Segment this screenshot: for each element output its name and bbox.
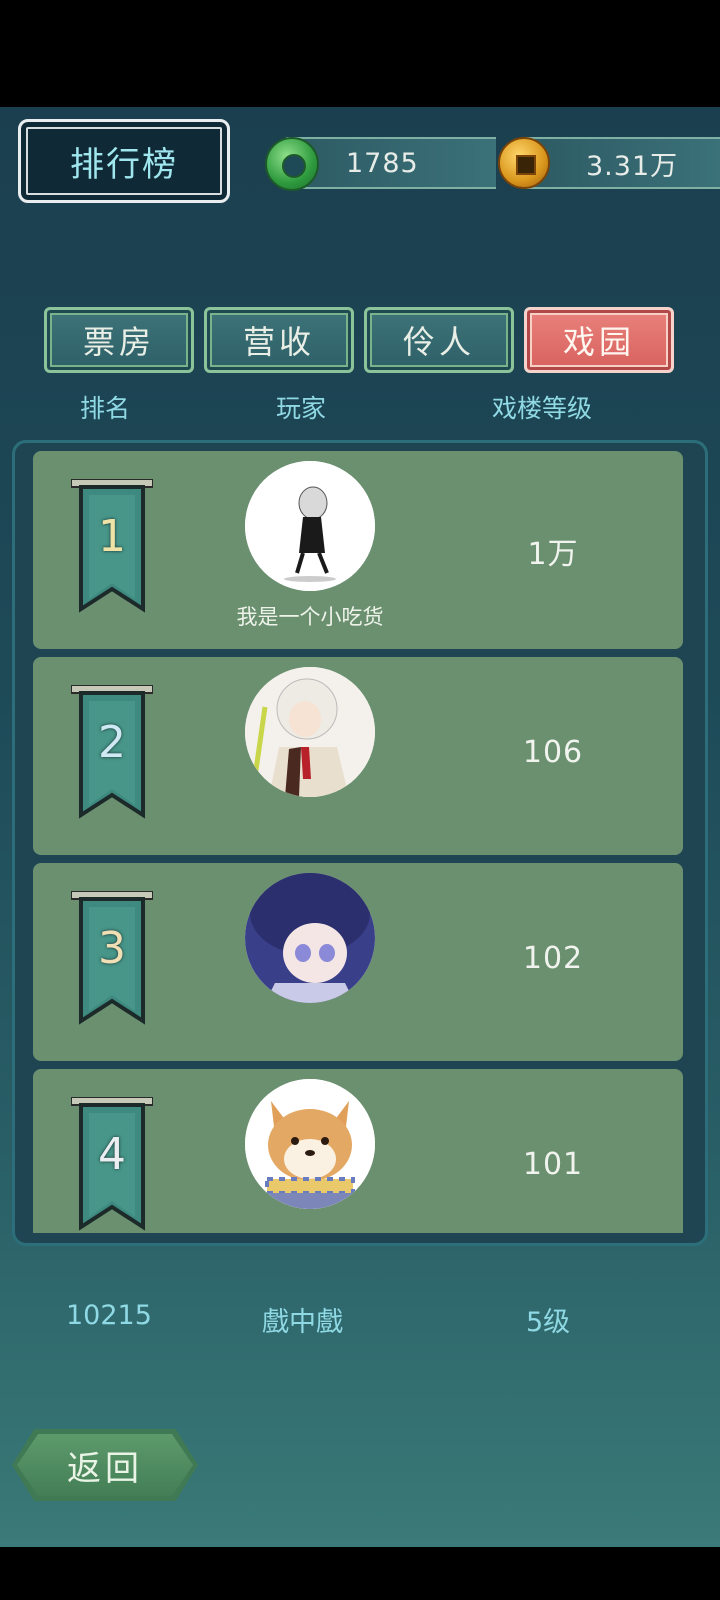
- leaderboard-screen: 排行榜 1785 3.31万 票房 营收 伶人 戏园 排名 玩家 戏楼等级 1 …: [0, 107, 720, 1547]
- coin-amount: 3.31万: [586, 150, 679, 182]
- column-header-rank: 排名: [80, 394, 131, 423]
- my-player-name: 戲中戲: [262, 1307, 343, 1338]
- tab-theater[interactable]: 戏园: [524, 307, 674, 373]
- ranking-list[interactable]: 1 我是一个小吃货 1万 2 106 3 102 4 101: [12, 440, 708, 1246]
- theater-level: 101: [522, 1147, 584, 1182]
- table-row[interactable]: 3 102: [33, 863, 683, 1061]
- table-row[interactable]: 4 101: [33, 1069, 683, 1233]
- avatar[interactable]: [245, 667, 375, 797]
- coin-currency-bar: 3.31万: [526, 137, 720, 189]
- my-theater-level: 5级: [526, 1307, 571, 1338]
- coin-icon: [498, 137, 550, 189]
- jade-icon: [265, 137, 319, 191]
- avatar[interactable]: [245, 1079, 375, 1209]
- jade-amount: 1785: [346, 147, 419, 179]
- tab-performers[interactable]: 伶人: [364, 307, 514, 373]
- rank-number: 4: [98, 1129, 126, 1180]
- theater-level: 102: [522, 941, 584, 976]
- ranking-list-scroll[interactable]: 1 我是一个小吃货 1万 2 106 3 102 4 101: [33, 451, 683, 1233]
- back-button-label: 返回: [67, 1448, 143, 1489]
- tab-box-office[interactable]: 票房: [44, 307, 194, 373]
- page-title: 排行榜: [70, 144, 178, 185]
- column-header-level: 戏楼等级: [492, 394, 593, 423]
- table-row[interactable]: 1 我是一个小吃货 1万: [33, 451, 683, 649]
- my-rank: 10215: [66, 1300, 152, 1331]
- system-nav-bar: [0, 1547, 720, 1600]
- rank-number: 1: [98, 511, 126, 562]
- rank-number: 2: [98, 717, 126, 768]
- theater-level: 106: [522, 735, 584, 770]
- player-name: 我是一个小吃货: [236, 605, 384, 629]
- tab-revenue[interactable]: 营收: [204, 307, 354, 373]
- title-plaque: 排行榜: [18, 119, 230, 203]
- avatar[interactable]: [245, 461, 375, 591]
- back-button[interactable]: 返回: [12, 1429, 198, 1501]
- avatar[interactable]: [245, 873, 375, 1003]
- column-header-player: 玩家: [276, 394, 327, 423]
- table-row[interactable]: 2 106: [33, 657, 683, 855]
- theater-level: 1万: [527, 537, 579, 572]
- rank-number: 3: [98, 923, 126, 974]
